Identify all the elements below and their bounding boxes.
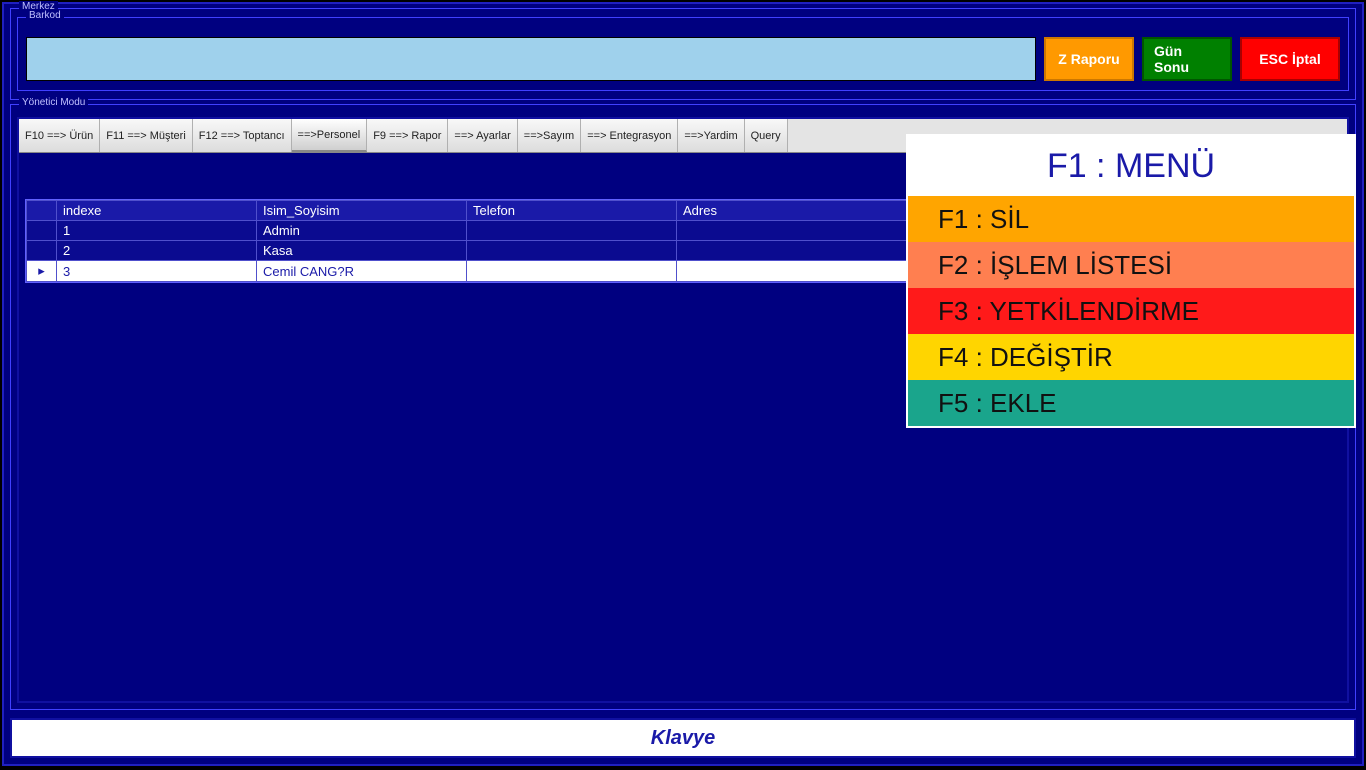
tab-6[interactable]: ==>Sayım	[518, 119, 581, 152]
context-menu-item-1[interactable]: F2 : İŞLEM LİSTESİ	[908, 242, 1354, 288]
row-indicator-icon: ▸	[27, 261, 57, 282]
tab-7[interactable]: ==> Entegrasyon	[581, 119, 678, 152]
cell[interactable]: Kasa	[257, 241, 467, 261]
context-menu-item-0[interactable]: F1 : SİL	[908, 196, 1354, 242]
esc-iptal-button[interactable]: ESC İptal	[1240, 37, 1340, 81]
cell[interactable]	[467, 241, 677, 261]
tab-1[interactable]: F11 ==> Müşteri	[100, 119, 193, 152]
cell[interactable]: Admin	[257, 221, 467, 241]
col-indicator	[27, 201, 57, 221]
merkez-frame: Merkez Barkod Z Raporu Gün Sonu ESC İpta…	[10, 8, 1356, 100]
tab-9[interactable]: Query	[745, 119, 788, 152]
z-raporu-button[interactable]: Z Raporu	[1044, 37, 1134, 81]
cell[interactable]	[467, 221, 677, 241]
tab-8[interactable]: ==>Yardim	[678, 119, 744, 152]
barkod-frame: Barkod Z Raporu Gün Sonu ESC İptal	[17, 17, 1349, 91]
klavye-button[interactable]: Klavye	[10, 718, 1356, 758]
cell[interactable]: 1	[57, 221, 257, 241]
yonetici-legend: Yönetici Modu	[19, 97, 88, 108]
context-menu-item-2[interactable]: F3 : YETKİLENDİRME	[908, 288, 1354, 334]
cell[interactable]: 3	[57, 261, 257, 282]
tab-3[interactable]: ==>Personel	[292, 119, 368, 152]
row-indicator-icon	[27, 221, 57, 241]
cell[interactable]: 2	[57, 241, 257, 261]
tab-0[interactable]: F10 ==> Ürün	[19, 119, 100, 152]
context-menu: F1 : MENÜ F1 : SİLF2 : İŞLEM LİSTESİF3 :…	[906, 134, 1356, 428]
tab-5[interactable]: ==> Ayarlar	[448, 119, 517, 152]
context-menu-item-3[interactable]: F4 : DEĞİŞTİR	[908, 334, 1354, 380]
tab-2[interactable]: F12 ==> Toptancı	[193, 119, 292, 152]
row-indicator-icon	[27, 241, 57, 261]
col-header-1[interactable]: Isim_Soyisim	[257, 201, 467, 221]
context-menu-header[interactable]: F1 : MENÜ	[908, 136, 1354, 196]
col-header-2[interactable]: Telefon	[467, 201, 677, 221]
barkod-legend: Barkod	[26, 10, 64, 21]
context-menu-item-4[interactable]: F5 : EKLE	[908, 380, 1354, 426]
cell[interactable]: Cemil CANG?R	[257, 261, 467, 282]
barcode-input[interactable]	[26, 37, 1036, 81]
cell[interactable]	[467, 261, 677, 282]
gun-sonu-button[interactable]: Gün Sonu	[1142, 37, 1232, 81]
tab-4[interactable]: F9 ==> Rapor	[367, 119, 448, 152]
col-header-0[interactable]: indexe	[57, 201, 257, 221]
